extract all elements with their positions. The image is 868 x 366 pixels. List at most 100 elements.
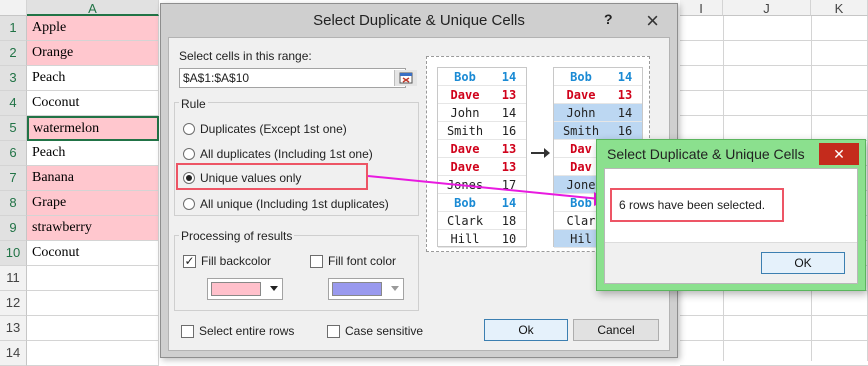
- column-header-i[interactable]: I: [680, 0, 723, 16]
- row-header[interactable]: 3: [0, 66, 27, 91]
- cell-a14[interactable]: [27, 341, 159, 366]
- preview-value: 13: [501, 88, 517, 102]
- case-sensitive-label: Case sensitive: [345, 324, 424, 338]
- row-header[interactable]: 11: [0, 266, 27, 291]
- help-button[interactable]: ?: [604, 11, 613, 27]
- result-popup: Select Duplicate & Unique Cells ✕ 6 rows…: [596, 139, 866, 291]
- arrow-right-icon: [531, 148, 550, 158]
- rule-option-label: Duplicates (Except 1st one): [200, 122, 347, 136]
- highlight-box: [176, 163, 368, 190]
- cell-a5[interactable]: watermelon: [27, 116, 159, 141]
- preview-row: Dave 13: [438, 140, 526, 158]
- preview-value: 14: [617, 106, 633, 120]
- preview-name: Bob: [454, 196, 476, 210]
- cell-a8[interactable]: Grape: [27, 191, 159, 216]
- cell-a4[interactable]: Coconut: [27, 91, 159, 116]
- preview-row: Dave 13: [438, 86, 526, 104]
- preview-value: 14: [501, 70, 517, 84]
- range-label: Select cells in this range:: [179, 49, 312, 63]
- cell-a7[interactable]: Banana: [27, 166, 159, 191]
- preview-value: 14: [617, 70, 633, 84]
- fontcolor-picker[interactable]: [328, 278, 404, 300]
- preview-value: 14: [501, 196, 517, 210]
- backcolor-picker[interactable]: [207, 278, 283, 300]
- preview-name: Dave: [450, 160, 480, 174]
- preview-value: 13: [501, 142, 517, 156]
- preview-name: Smith: [562, 124, 600, 138]
- ok-button[interactable]: Ok: [484, 319, 568, 341]
- row-header[interactable]: 5: [0, 116, 27, 141]
- preview-name: Dave: [450, 88, 480, 102]
- preview-row: Smith 16: [554, 122, 642, 140]
- cell-a1[interactable]: Apple: [27, 16, 159, 41]
- radio-all-unique[interactable]: [183, 198, 195, 210]
- preview-name: John: [566, 106, 596, 120]
- row-header[interactable]: 13: [0, 316, 27, 341]
- rule-option-label: All unique (Including 1st duplicates): [200, 197, 389, 211]
- range-input[interactable]: $A$1:$A$10: [179, 68, 417, 88]
- cell-a12[interactable]: [27, 291, 159, 316]
- fill-backcolor-label: Fill backcolor: [201, 254, 272, 268]
- row-header[interactable]: 7: [0, 166, 27, 191]
- range-select-button[interactable]: [394, 70, 417, 86]
- preview-name: Clark: [446, 214, 484, 228]
- cell-a3[interactable]: Peach: [27, 66, 159, 91]
- popup-title: Select Duplicate & Unique Cells: [607, 146, 805, 162]
- gridline: [680, 40, 868, 41]
- select-entire-rows-checkbox[interactable]: [181, 325, 194, 338]
- column-header-j[interactable]: J: [723, 0, 811, 16]
- popup-close-button[interactable]: ✕: [819, 143, 859, 165]
- fill-fontcolor-checkbox[interactable]: [310, 255, 323, 268]
- case-sensitive-checkbox[interactable]: [327, 325, 340, 338]
- preview-name: Dave: [450, 142, 480, 156]
- preview-value: 17: [501, 178, 517, 192]
- cancel-button[interactable]: Cancel: [573, 319, 659, 341]
- select-entire-rows-label: Select entire rows: [199, 324, 295, 338]
- row-header[interactable]: 10: [0, 241, 27, 266]
- cell-a2[interactable]: Orange: [27, 41, 159, 66]
- preview-name: Jones: [446, 178, 484, 192]
- radio-all-duplicates[interactable]: [183, 148, 195, 160]
- chevron-down-icon: [391, 286, 399, 291]
- preview-name: Bob: [570, 70, 592, 84]
- preview-value: 13: [501, 160, 517, 174]
- gridline: [680, 90, 868, 91]
- dialog-body: Select cells in this range: $A$1:$A$10 R…: [168, 37, 670, 351]
- preview-value: 16: [617, 124, 633, 138]
- range-value: $A$1:$A$10: [183, 71, 250, 85]
- gridline: [680, 65, 868, 66]
- preview-value: 18: [501, 214, 517, 228]
- column-header-k[interactable]: K: [811, 0, 868, 16]
- fill-backcolor-checkbox[interactable]: ✓: [183, 255, 196, 268]
- cell-a11[interactable]: [27, 266, 159, 291]
- popup-ok-button[interactable]: OK: [761, 252, 845, 274]
- row-header[interactable]: 8: [0, 191, 27, 216]
- preview-name: Dave: [566, 88, 596, 102]
- rule-option-label: All duplicates (Including 1st one): [200, 147, 373, 161]
- preview-row: Bob 14: [438, 194, 526, 212]
- row-header[interactable]: 14: [0, 341, 27, 366]
- cell-a13[interactable]: [27, 316, 159, 341]
- column-header-a[interactable]: A: [27, 0, 159, 16]
- preview-row: John 14: [438, 104, 526, 122]
- select-all-corner[interactable]: [0, 0, 27, 16]
- row-header[interactable]: 1: [0, 16, 27, 41]
- rule-label: Rule: [179, 97, 208, 111]
- preview-row: Clark 18: [438, 212, 526, 230]
- preview-name: Hill: [450, 232, 480, 246]
- close-button[interactable]: ×: [636, 4, 669, 37]
- cell-a9[interactable]: strawberry: [27, 216, 159, 241]
- cell-a6[interactable]: Peach: [27, 141, 159, 166]
- popup-body: 6 rows have been selected. OK: [604, 168, 858, 284]
- cell-a10[interactable]: Coconut: [27, 241, 159, 266]
- row-header[interactable]: 4: [0, 91, 27, 116]
- preview-name: Bob: [454, 70, 476, 84]
- radio-duplicates-except-first[interactable]: [183, 123, 195, 135]
- row-header[interactable]: 9: [0, 216, 27, 241]
- gridline: [680, 315, 868, 316]
- row-header[interactable]: 6: [0, 141, 27, 166]
- preview-value: 10: [501, 232, 517, 246]
- row-header[interactable]: 12: [0, 291, 27, 316]
- row-header[interactable]: 2: [0, 41, 27, 66]
- preview-row: Smith 16: [438, 122, 526, 140]
